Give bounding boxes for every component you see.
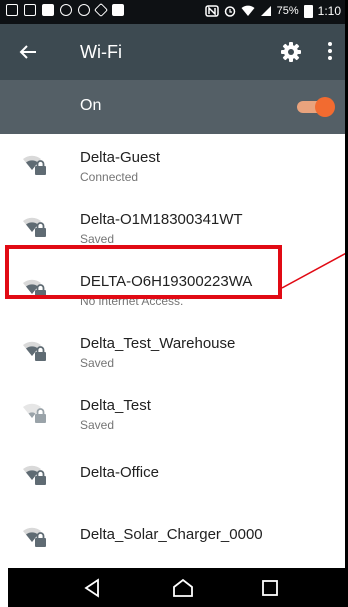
network-list: Delta-Guest Connected Delta-O1M18300341W… xyxy=(0,134,345,568)
triangle-back-icon[interactable] xyxy=(80,576,104,600)
alarm-icon xyxy=(224,6,235,17)
navigation-notification-icon xyxy=(93,2,109,18)
wifi-signal-icon xyxy=(241,5,255,16)
phone-screen: 75% 1:10 Wi-Fi On Delta-Guest Connected … xyxy=(0,0,345,607)
ebay-notification-icon xyxy=(42,4,54,16)
notification-icons xyxy=(6,2,124,18)
system-nav-bar xyxy=(8,568,345,607)
gallery-notification-icon xyxy=(112,4,124,16)
network-ssid: Delta_Test xyxy=(80,397,151,414)
cell-signal-icon xyxy=(260,6,271,16)
gear-icon[interactable] xyxy=(280,41,302,63)
clock: 1:10 xyxy=(317,4,341,18)
network-item-delta-guest[interactable]: Delta-Guest Connected xyxy=(0,134,345,196)
wifi-lock-icon xyxy=(23,465,46,485)
wifi-lock-icon xyxy=(23,155,46,175)
network-item-delta-o6h19300223wa[interactable]: DELTA-O6H19300223WA No internet Access. xyxy=(0,258,345,320)
app-notification-icon xyxy=(60,4,72,16)
arrow-left-icon[interactable] xyxy=(14,38,42,66)
wifi-lock-icon xyxy=(23,279,46,299)
wifi-lock-icon xyxy=(23,217,46,237)
mail-notification-icon xyxy=(24,4,36,16)
wifi-toggle-row[interactable]: On xyxy=(0,80,345,134)
chat-notification-icon xyxy=(78,4,90,16)
network-item-delta-test[interactable]: Delta_Test Saved xyxy=(0,382,345,444)
network-item-delta-solar-charger[interactable]: Delta_Solar_Charger_0000 xyxy=(0,506,345,568)
battery-percent: 75% xyxy=(276,5,299,17)
page-title: Wi-Fi xyxy=(80,42,122,62)
wifi-lock-weak-icon xyxy=(23,403,46,423)
app-bar: Wi-Fi xyxy=(0,24,345,80)
network-item-delta-test-warehouse[interactable]: Delta_Test_Warehouse Saved xyxy=(0,320,345,382)
wifi-lock-icon xyxy=(23,527,46,547)
network-ssid: Delta_Test_Warehouse xyxy=(80,335,236,352)
wifi-toggle-label: On xyxy=(80,97,102,114)
network-status: Saved xyxy=(80,418,115,432)
system-status-icons: 75% 1:10 xyxy=(204,4,341,18)
home-icon[interactable] xyxy=(171,576,195,600)
wifi-lock-icon xyxy=(23,341,46,361)
network-ssid: DELTA-O6H19300223WA xyxy=(80,273,253,290)
nfc-icon xyxy=(204,5,219,17)
network-item-delta-office[interactable]: Delta-Office xyxy=(0,444,345,506)
network-status: Saved xyxy=(80,356,115,370)
network-ssid: Delta_Solar_Charger_0000 xyxy=(80,526,263,543)
square-recents-icon[interactable] xyxy=(258,576,282,600)
network-status: Connected xyxy=(80,170,139,184)
toggle-thumb xyxy=(315,97,335,117)
network-ssid: Delta-Office xyxy=(80,464,159,481)
network-item-delta-o1m18300341wt[interactable]: Delta-O1M18300341WT Saved xyxy=(0,196,345,258)
status-bar: 75% 1:10 xyxy=(0,0,345,24)
battery-icon xyxy=(303,4,313,18)
bottom-left-gap xyxy=(0,568,8,607)
network-status: Saved xyxy=(80,232,115,246)
network-ssid: Delta-O1M18300341WT xyxy=(80,211,243,228)
more-vert-icon[interactable] xyxy=(325,42,335,62)
wifi-toggle-switch[interactable] xyxy=(295,97,335,117)
message-notification-icon xyxy=(6,4,18,16)
network-ssid: Delta-Guest xyxy=(80,149,161,166)
network-status: No internet Access. xyxy=(80,294,184,308)
